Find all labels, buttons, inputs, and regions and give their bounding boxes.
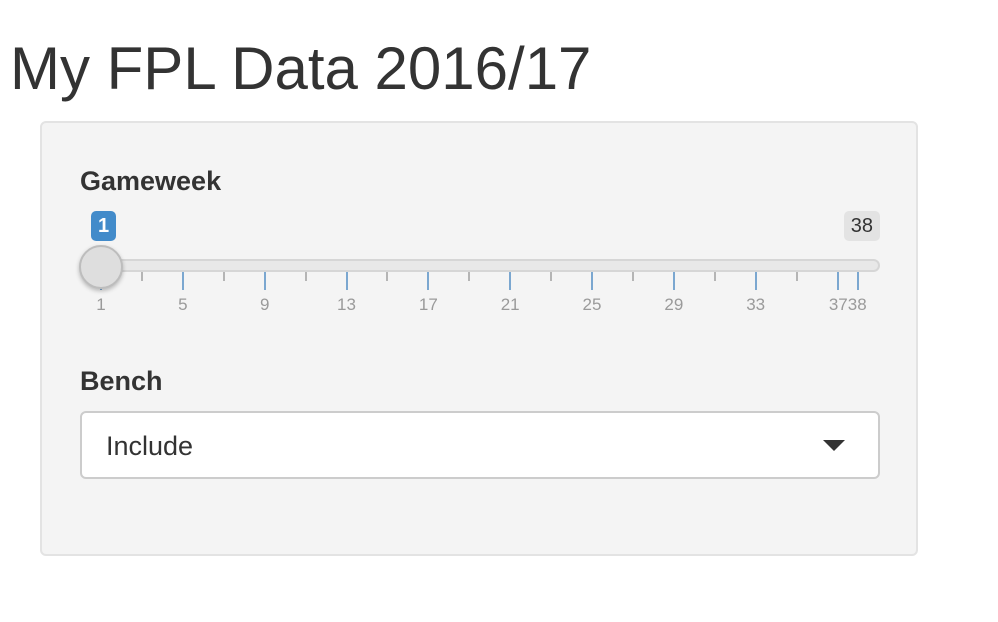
slider-major-tick [672,272,675,290]
slider-major-tick [427,272,430,290]
slider-grid: 1 5 9 13 17 21 25 29 33 3738 [80,272,880,318]
slider-value-bubble: 1 [91,211,117,241]
slider-major-tick [181,272,184,290]
slider-minor-tick [795,272,798,281]
slider-tick-label: 9 [259,295,270,314]
slider-major-tick [836,272,839,290]
slider-tick-label: 3738 [828,295,867,314]
slider-major-tick [345,272,348,290]
gameweek-slider[interactable]: 1 38 1 5 9 13 17 21 25 29 33 3738 [79,208,880,318]
slider-handle[interactable] [79,245,123,289]
slider-minor-tick [713,272,716,281]
slider-tick-label: 33 [746,295,766,314]
slider-tick-label: 29 [664,295,684,314]
slider-minor-tick [468,272,471,281]
slider-minor-tick [550,272,553,281]
slider-major-tick [591,272,594,290]
sidebar-panel: Gameweek 1 38 1 5 9 13 17 21 25 29 33 3738 Bench … [40,121,918,556]
slider-minor-tick [222,272,225,281]
slider-major-tick [263,272,266,290]
slider-tick-label: 25 [582,295,602,314]
slider-minor-tick [140,272,143,281]
bench-select-value: Include [106,431,194,461]
slider-minor-tick [631,272,634,281]
slider-major-tick [509,272,512,290]
slider-tick-label: 21 [500,295,520,314]
slider-max-bubble: 38 [843,211,880,241]
gameweek-label: Gameweek [80,166,222,196]
slider-minor-tick [386,272,389,281]
slider-major-tick [754,272,757,290]
bench-select[interactable]: Include [80,411,880,479]
page-title: My FPL Data 2016/17 [10,35,592,102]
slider-minor-tick [304,272,307,281]
slider-tick-label: 1 [96,295,106,314]
slider-major-tick [857,272,859,290]
slider-tick-label: 5 [178,295,188,314]
bench-label: Bench [80,366,163,396]
slider-tick-label: 17 [418,295,438,314]
slider-track[interactable] [80,259,880,272]
slider-tick-label: 13 [337,295,356,314]
caret-down-icon[interactable] [823,440,845,451]
